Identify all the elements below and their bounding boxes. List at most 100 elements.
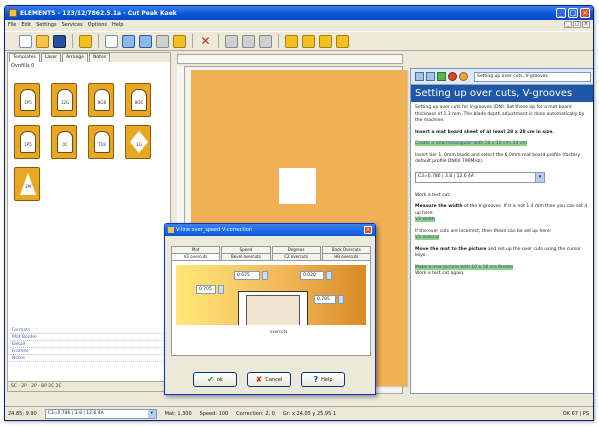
- check-icon: ✔: [207, 375, 214, 384]
- left-panel: Templates Laser Arrange Notes Ovnfills 0…: [7, 52, 171, 392]
- new-document-icon[interactable]: [19, 34, 32, 48]
- home-icon[interactable]: [437, 72, 446, 81]
- copy-icon[interactable]: [105, 34, 118, 48]
- overcut-right-input[interactable]: 0.020: [300, 271, 324, 280]
- tab-laser[interactable]: Laser: [40, 53, 62, 62]
- layout-1-icon[interactable]: [285, 34, 298, 48]
- template-icon[interactable]: [79, 34, 92, 48]
- help-link[interactable]: Create a new rectangular with 10 x 10 cm…: [415, 141, 527, 146]
- template-tile[interactable]: 8G8: [88, 83, 114, 117]
- help-link[interactable]: V2 width: [415, 217, 435, 222]
- refresh-icon[interactable]: [459, 72, 468, 81]
- tab-back-overcuts[interactable]: Back Overcuts: [321, 246, 371, 253]
- property-tree: Formats Mat Border Detail Frames Notes: [10, 327, 168, 362]
- mat-opening[interactable]: [279, 168, 316, 204]
- help-step: Insert a mat board sheet of at least 28 …: [415, 129, 555, 135]
- menu-services[interactable]: Services: [62, 22, 83, 28]
- template-tile[interactable]: T18: [88, 125, 114, 159]
- stop-icon[interactable]: [448, 72, 457, 81]
- spinner-icon[interactable]: [338, 295, 344, 304]
- layout-4-icon[interactable]: [336, 34, 349, 48]
- open-folder-icon[interactable]: [36, 34, 49, 48]
- main-toolbar: ✕: [5, 31, 593, 51]
- template-tile[interactable]: 1P5: [14, 83, 40, 117]
- layout-2-icon[interactable]: [302, 34, 315, 48]
- align-left-icon[interactable]: [225, 34, 238, 48]
- template-tile[interactable]: 1M: [14, 167, 40, 201]
- left-bottom-toolbar[interactable]: SC · 2P · 2P · BP 2C 2C ·: [8, 381, 170, 391]
- tab-degrees[interactable]: Degrees: [271, 246, 321, 253]
- tab-hb-overcuts[interactable]: HB overcuts: [321, 253, 371, 260]
- overcut-top-input[interactable]: 0.675: [234, 271, 260, 280]
- spinner-icon[interactable]: [326, 271, 332, 280]
- tab-notes[interactable]: Notes: [89, 53, 111, 62]
- menu-bar: File Edit Settings Services Options Help…: [5, 20, 593, 30]
- menu-edit[interactable]: Edit: [21, 22, 31, 28]
- overcut-bottom-input[interactable]: 0.785: [314, 295, 336, 304]
- redo-icon[interactable]: [139, 34, 152, 48]
- help-toolbar: Setting up over cuts, V-grooves: [411, 69, 593, 85]
- layout-3-icon[interactable]: [319, 34, 332, 48]
- forward-icon[interactable]: [426, 72, 435, 81]
- overcut-left-input[interactable]: 0.705: [196, 285, 216, 294]
- menu-settings[interactable]: Settings: [36, 22, 57, 28]
- tab-templates[interactable]: Templates: [9, 53, 40, 62]
- help-topic-select[interactable]: Setting up over cuts, V-grooves: [474, 71, 591, 82]
- save-icon[interactable]: [53, 34, 66, 48]
- template-tile[interactable]: 8OC: [125, 83, 151, 117]
- close-button[interactable]: ×: [580, 8, 590, 18]
- help-step: Work a test cut again.: [415, 271, 465, 276]
- print-icon[interactable]: [156, 34, 169, 48]
- tab-v2-overcuts[interactable]: V2 overcuts: [171, 253, 221, 260]
- align-center-icon[interactable]: [242, 34, 255, 48]
- status-coords: 24.85; 9.90: [8, 410, 37, 417]
- template-tile[interactable]: 1G: [125, 125, 151, 159]
- dialog-panel: 0.675 0.020 0.705 0.785 overcuts: [171, 260, 371, 356]
- tree-item[interactable]: Mat Border: [10, 334, 168, 341]
- horizontal-ruler: [177, 54, 403, 64]
- template-tile[interactable]: 0C: [51, 125, 77, 159]
- dialog-close-button[interactable]: ×: [364, 226, 372, 234]
- template-tile[interactable]: 1P5: [14, 125, 40, 159]
- tab-bevel-overcuts[interactable]: Bevel overcuts: [221, 253, 271, 260]
- cancel-button[interactable]: ✘ Cancel: [247, 372, 291, 387]
- app-icon: [9, 9, 17, 17]
- mdi-minimize-button[interactable]: _: [564, 21, 572, 28]
- spinner-icon[interactable]: [262, 271, 268, 280]
- help-link[interactable]: Make a new picture with 10 x 10 cm Break…: [415, 264, 514, 270]
- dialog-buttons: ✔ ok ✘ Cancel ? Help: [193, 372, 345, 387]
- ok-button[interactable]: ✔ ok: [193, 372, 237, 387]
- menu-options[interactable]: Options: [88, 22, 107, 28]
- maximize-button[interactable]: □: [568, 8, 578, 18]
- help-button[interactable]: ? Help: [301, 372, 345, 387]
- help-link[interactable]: V2 overcut: [415, 235, 440, 240]
- tree-item[interactable]: Detail: [10, 341, 168, 348]
- tab-c2-overcuts[interactable]: C2 overcuts: [271, 253, 321, 260]
- paint-icon[interactable]: [173, 34, 186, 48]
- minimize-button[interactable]: _: [556, 8, 566, 18]
- dialog-title-bar: V-line over_speed V-correction: [165, 224, 375, 236]
- undo-icon[interactable]: [122, 34, 135, 48]
- help-step-bold: to the picture: [451, 246, 487, 252]
- app-window: ELEMENTS - 123/12/7862.5.1a - Cut Peak K…: [4, 5, 594, 421]
- tab-arrange[interactable]: Arrange: [62, 53, 89, 62]
- menu-file[interactable]: File: [8, 22, 16, 28]
- mdi-restore-button[interactable]: □: [573, 21, 581, 28]
- mdi-close-button[interactable]: ×: [582, 21, 590, 28]
- status-profile-select[interactable]: C3=0.786 | 3.8 | 12.6 4A ▾: [44, 408, 157, 419]
- spinner-icon[interactable]: [218, 285, 224, 294]
- back-icon[interactable]: [415, 72, 424, 81]
- template-tile[interactable]: 12G: [51, 83, 77, 117]
- tab-speed[interactable]: Speed: [221, 246, 271, 253]
- menu-help[interactable]: Help: [112, 22, 123, 28]
- help-step: If the over cuts are incorrect, then the…: [415, 228, 552, 234]
- delete-icon[interactable]: ✕: [199, 35, 212, 48]
- section-label: Ovnfills 0: [11, 63, 35, 69]
- profile-combo[interactable]: C3=0.786 | 3.8 | 12.6 4A ▾: [415, 171, 545, 183]
- tree-item[interactable]: Notes: [10, 355, 168, 362]
- tab-mat[interactable]: Mat: [171, 246, 221, 253]
- chevron-down-icon: ▾: [147, 409, 156, 418]
- tree-item[interactable]: Frames: [10, 348, 168, 355]
- align-right-icon[interactable]: [259, 34, 272, 48]
- tree-item[interactable]: Formats: [10, 327, 168, 334]
